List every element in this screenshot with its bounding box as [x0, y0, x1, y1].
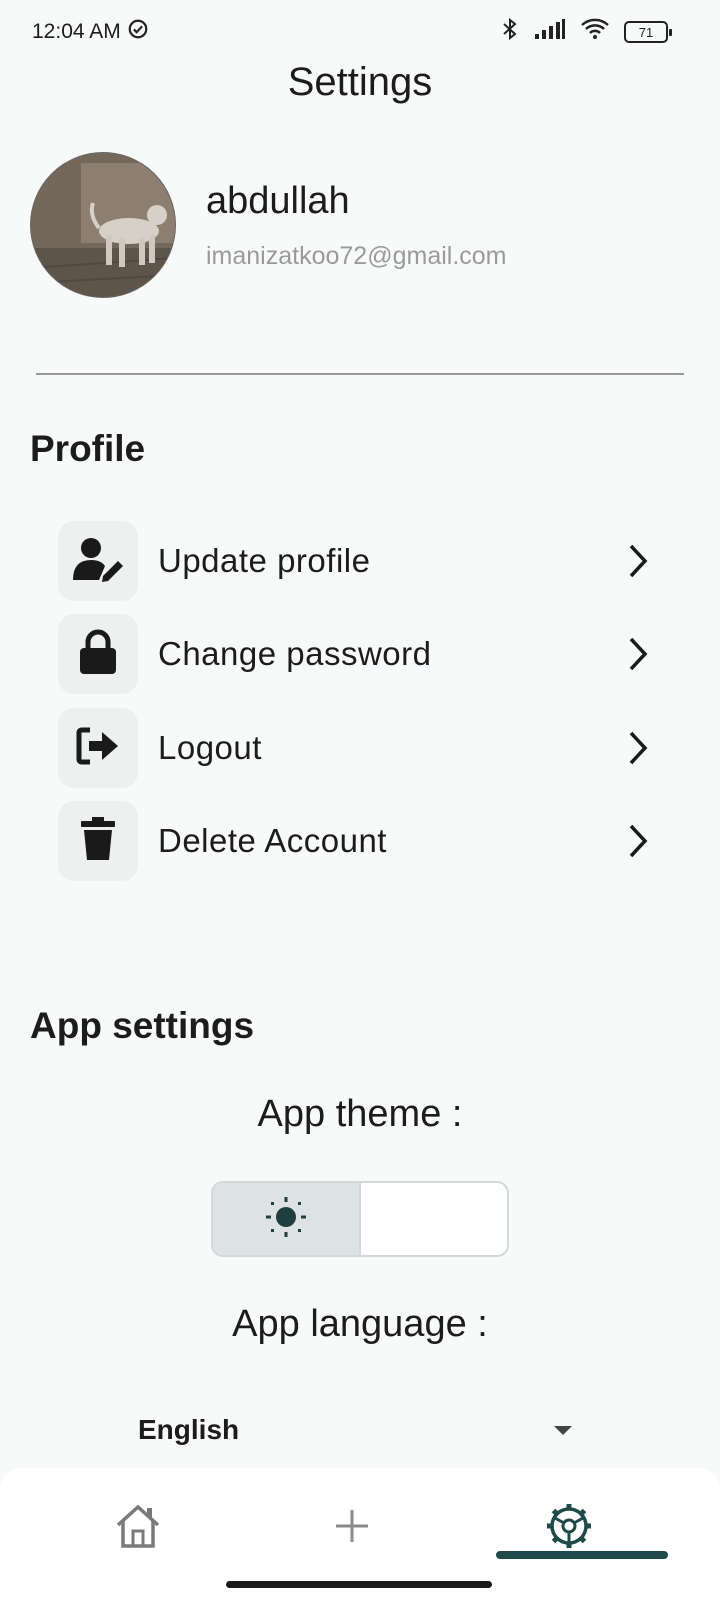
sun-icon: [264, 1195, 308, 1244]
logout-icon: [76, 726, 120, 771]
lock-icon: [78, 629, 118, 680]
app-theme-label: App theme :: [257, 1093, 463, 1135]
menu-label: Logout: [158, 729, 262, 766]
menu-icon-box: [58, 521, 138, 601]
language-select[interactable]: English: [138, 1405, 578, 1455]
status-right: 71: [500, 17, 672, 47]
app-language-label: App language :: [232, 1303, 488, 1345]
menu-item-logout[interactable]: Logout: [58, 708, 658, 788]
theme-dark-option[interactable]: [361, 1183, 507, 1255]
user-edit-icon: [71, 536, 125, 587]
chevron-right-icon: [618, 634, 658, 674]
battery-icon: 71: [624, 21, 672, 43]
avatar-photo: [31, 153, 175, 297]
signal-icon: [534, 18, 566, 46]
system-home-indicator[interactable]: [226, 1581, 492, 1588]
nav-settings[interactable]: [539, 1498, 599, 1558]
wifi-icon: [580, 18, 610, 46]
user-name: abdullah: [206, 180, 350, 222]
theme-light-option[interactable]: [213, 1183, 361, 1255]
avatar[interactable]: [30, 152, 176, 298]
menu-icon-box: [58, 801, 138, 881]
nav-home[interactable]: [108, 1498, 168, 1558]
bluetooth-icon: [500, 17, 520, 47]
menu-item-change-password[interactable]: Change password: [58, 614, 658, 694]
plus-icon: [334, 1508, 370, 1549]
battery-level: 71: [638, 24, 654, 40]
check-circle-icon: [127, 18, 149, 46]
language-value: English: [138, 1414, 240, 1445]
chevron-right-icon: [618, 541, 658, 581]
menu-label: Change password: [158, 635, 432, 672]
settings-gear-icon: [545, 1502, 593, 1555]
menu-label: Delete Account: [158, 822, 387, 859]
theme-toggle: [211, 1181, 509, 1257]
menu-icon-box: [58, 614, 138, 694]
status-bar: 12:04 AM 71: [0, 0, 720, 64]
status-time: 12:04 AM: [32, 20, 121, 43]
trash-icon: [80, 816, 116, 867]
chevron-right-icon: [618, 728, 658, 768]
moon-icon: [414, 1197, 454, 1242]
app-settings-title: App settings: [30, 1005, 255, 1046]
divider: [36, 373, 684, 375]
page-title: Settings: [287, 60, 433, 104]
nav-add[interactable]: [322, 1498, 382, 1558]
chevron-right-icon: [618, 821, 658, 861]
menu-icon-box: [58, 708, 138, 788]
caret-down-icon: [554, 1425, 572, 1435]
status-left: 12:04 AM: [32, 18, 149, 46]
menu-item-update-profile[interactable]: Update profile: [58, 521, 658, 601]
user-email: imanizatkoo72@gmail.com: [206, 242, 507, 270]
menu-item-delete-account[interactable]: Delete Account: [58, 801, 658, 881]
bottom-nav: [0, 1468, 720, 1600]
home-icon: [114, 1503, 162, 1554]
profile-section-title: Profile: [30, 428, 146, 469]
nav-active-indicator: [496, 1551, 668, 1559]
menu-label: Update profile: [158, 542, 371, 579]
